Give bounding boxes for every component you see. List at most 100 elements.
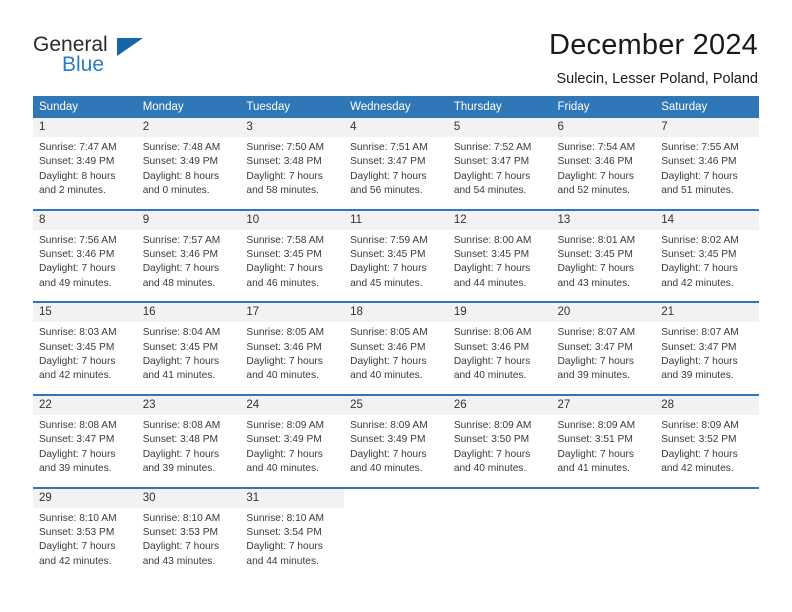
- sunrise-time: Sunrise: 8:09 AM: [246, 419, 324, 431]
- daylight-line-1: Daylight: 7 hours: [142, 448, 220, 460]
- day-details: Sunrise: 8:09 AM Sunset: 3:51 PM Daylight:…: [552, 415, 656, 486]
- sunrise-time: Sunrise: 8:09 AM: [350, 419, 428, 431]
- day-details: Sunrise: 8:10 AM Sunset: 3:53 PM Daylight:…: [137, 508, 241, 579]
- calendar-day-cell[interactable]: 22 Sunrise: 8:08 AM Sunset: 3:47 PM Dayligh…: [33, 395, 137, 487]
- calendar-day-cell[interactable]: 12 Sunrise: 8:00 AM Sunset: 3:45 PM Dayligh…: [447, 210, 552, 302]
- day-number: 31: [240, 488, 345, 508]
- calendar-day-cell[interactable]: 30 Sunrise: 8:10 AM Sunset: 3:53 PM Dayligh…: [136, 488, 241, 580]
- sunrise-time: Sunrise: 8:03 AM: [39, 327, 117, 339]
- calendar-day-cell[interactable]: 23 Sunrise: 8:08 AM Sunset: 3:48 PM Dayligh…: [136, 395, 241, 487]
- calendar-day-cell[interactable]: 9 Sunrise: 7:57 AM Sunset: 3:46 PM Daylight…: [136, 210, 241, 302]
- daylight-line-1: Daylight: 7 hours: [661, 170, 738, 182]
- calendar-day-cell[interactable]: 3 Sunrise: 7:50 AM Sunset: 3:48 PM Daylight…: [240, 118, 345, 209]
- sunrise-time: Sunrise: 8:06 AM: [453, 327, 532, 339]
- day-number: 30: [136, 488, 241, 508]
- day-details: Sunrise: 7:48 AM Sunset: 3:49 PM Daylight:…: [137, 137, 241, 208]
- sunset-time: Sunset: 3:45 PM: [246, 249, 322, 261]
- calendar-day-cell[interactable]: 5 Sunrise: 7:52 AM Sunset: 3:47 PM Daylight…: [447, 118, 552, 209]
- day-details: Sunrise: 8:05 AM Sunset: 3:46 PM Daylight:…: [344, 322, 448, 393]
- daylight-line-1: Daylight: 7 hours: [39, 263, 116, 275]
- calendar-week-row: 1 Sunrise: 7:47 AM Sunset: 3:49 PM Daylight…: [33, 118, 759, 209]
- calendar-day-cell[interactable]: 17 Sunrise: 8:05 AM Sunset: 3:46 PM Dayligh…: [240, 303, 345, 394]
- daylight-line-2: and 45 minutes.: [350, 277, 423, 289]
- day-number: 16: [136, 303, 241, 323]
- sunrise-time: Sunrise: 7:57 AM: [142, 234, 221, 246]
- sunset-time: Sunset: 3:45 PM: [557, 249, 633, 261]
- sunrise-time: Sunrise: 8:01 AM: [557, 234, 636, 246]
- daylight-line-1: Daylight: 7 hours: [246, 356, 323, 368]
- sunrise-time: Sunrise: 8:04 AM: [142, 327, 221, 339]
- sunrise-time: Sunrise: 7:52 AM: [453, 142, 532, 153]
- day-details: Sunrise: 7:56 AM Sunset: 3:46 PM Daylight:…: [33, 230, 137, 301]
- calendar-day-cell[interactable]: 15 Sunrise: 8:03 AM Sunset: 3:45 PM Dayligh…: [33, 303, 137, 394]
- calendar-day-cell[interactable]: 16 Sunrise: 8:04 AM Sunset: 3:45 PM Dayligh…: [136, 303, 241, 394]
- daylight-line-1: Daylight: 7 hours: [453, 170, 531, 182]
- day-details: Sunrise: 8:07 AM Sunset: 3:47 PM Daylight:…: [552, 322, 656, 393]
- calendar-day-cell[interactable]: 10 Sunrise: 7:58 AM Sunset: 3:45 PM Dayligh…: [240, 210, 345, 302]
- day-number: 23: [136, 395, 241, 415]
- day-number: 2: [136, 118, 241, 137]
- calendar-day-cell[interactable]: 29 Sunrise: 8:10 AM Sunset: 3:53 PM Dayligh…: [33, 488, 137, 580]
- sunrise-time: Sunrise: 8:08 AM: [39, 419, 117, 431]
- calendar-day-cell[interactable]: 25 Sunrise: 8:09 AM Sunset: 3:49 PM Dayligh…: [344, 395, 448, 487]
- calendar-day-cell[interactable]: 19 Sunrise: 8:06 AM Sunset: 3:46 PM Dayligh…: [447, 303, 552, 394]
- sunrise-time: Sunrise: 8:09 AM: [661, 419, 739, 431]
- calendar-day-cell[interactable]: 18 Sunrise: 8:05 AM Sunset: 3:46 PM Dayligh…: [344, 303, 448, 394]
- day-number: [655, 488, 759, 508]
- calendar-day-cell[interactable]: 14 Sunrise: 8:02 AM Sunset: 3:45 PM Dayligh…: [655, 210, 759, 302]
- calendar-day-cell[interactable]: 7 Sunrise: 7:55 AM Sunset: 3:46 PM Daylight…: [655, 118, 759, 209]
- calendar-day-cell[interactable]: 1 Sunrise: 7:47 AM Sunset: 3:49 PM Daylight…: [33, 118, 137, 209]
- daylight-line-2: and 44 minutes.: [246, 555, 319, 567]
- calendar-day-cell[interactable]: 20 Sunrise: 8:07 AM Sunset: 3:47 PM Dayligh…: [551, 303, 656, 394]
- daylight-line-1: Daylight: 7 hours: [453, 263, 531, 275]
- calendar-day-cell[interactable]: 28 Sunrise: 8:09 AM Sunset: 3:52 PM Dayligh…: [655, 395, 759, 487]
- day-number: [551, 488, 656, 508]
- calendar-day-cell[interactable]: 27 Sunrise: 8:09 AM Sunset: 3:51 PM Dayligh…: [551, 395, 656, 487]
- day-number: 18: [344, 303, 448, 323]
- day-details: Sunrise: 8:09 AM Sunset: 3:49 PM Daylight:…: [344, 415, 448, 486]
- day-number: 21: [655, 303, 759, 323]
- day-number: 19: [447, 303, 552, 323]
- daylight-line-1: Daylight: 7 hours: [557, 263, 634, 275]
- calendar-day-cell[interactable]: 21 Sunrise: 8:07 AM Sunset: 3:47 PM Dayligh…: [655, 303, 759, 394]
- daylight-line-1: Daylight: 7 hours: [246, 448, 323, 460]
- calendar-day-cell[interactable]: 24 Sunrise: 8:09 AM Sunset: 3:49 PM Dayligh…: [240, 395, 345, 487]
- daylight-line-2: and 39 minutes.: [142, 463, 216, 475]
- calendar-day-cell[interactable]: 2 Sunrise: 7:48 AM Sunset: 3:49 PM Daylight…: [136, 118, 241, 209]
- daylight-line-1: Daylight: 7 hours: [453, 356, 531, 368]
- daylight-line-2: and 40 minutes.: [453, 463, 527, 475]
- daylight-line-2: and 39 minutes.: [39, 463, 112, 475]
- daylight-line-1: Daylight: 7 hours: [350, 356, 427, 368]
- sunrise-sunset-calendar: Sunday Monday Tuesday Wednesday Thursday…: [33, 96, 759, 580]
- sunrise-time: Sunrise: 8:07 AM: [557, 327, 636, 339]
- sunset-time: Sunset: 3:48 PM: [246, 156, 322, 168]
- calendar-day-cell[interactable]: 8 Sunrise: 7:56 AM Sunset: 3:46 PM Daylight…: [33, 210, 137, 302]
- daylight-line-2: and 42 minutes.: [39, 370, 112, 382]
- sunset-time: Sunset: 3:45 PM: [350, 249, 426, 261]
- sunset-time: Sunset: 3:45 PM: [39, 341, 115, 353]
- daylight-line-2: and 49 minutes.: [39, 277, 112, 289]
- daylight-line-1: Daylight: 7 hours: [453, 448, 531, 460]
- sunset-time: Sunset: 3:46 PM: [453, 341, 530, 353]
- calendar-day-cell[interactable]: 13 Sunrise: 8:01 AM Sunset: 3:45 PM Dayligh…: [551, 210, 656, 302]
- calendar-day-cell[interactable]: 4 Sunrise: 7:51 AM Sunset: 3:47 PM Daylight…: [344, 118, 448, 209]
- sunrise-time: Sunrise: 8:02 AM: [661, 234, 739, 246]
- calendar-day-cell[interactable]: 6 Sunrise: 7:54 AM Sunset: 3:46 PM Daylight…: [551, 118, 656, 209]
- sunrise-time: Sunrise: 8:10 AM: [142, 512, 221, 524]
- day-details: Sunrise: 7:57 AM Sunset: 3:46 PM Daylight:…: [137, 230, 241, 301]
- daylight-line-1: Daylight: 7 hours: [39, 356, 116, 368]
- day-number: 22: [33, 395, 137, 415]
- sunrise-time: Sunrise: 7:54 AM: [557, 142, 636, 153]
- sunset-time: Sunset: 3:52 PM: [661, 434, 737, 446]
- general-blue-logo[interactable]: General Blue: [33, 28, 183, 84]
- daylight-line-2: and 42 minutes.: [39, 555, 112, 567]
- day-number: 24: [240, 395, 345, 415]
- daylight-line-1: Daylight: 7 hours: [142, 356, 220, 368]
- logo-text-general: General: [33, 33, 108, 56]
- calendar-day-cell[interactable]: 11 Sunrise: 7:59 AM Sunset: 3:45 PM Dayligh…: [344, 210, 448, 302]
- location-subtitle: Sulecin, Lesser Poland, Poland: [556, 71, 758, 87]
- calendar-day-cell[interactable]: 26 Sunrise: 8:09 AM Sunset: 3:50 PM Dayligh…: [447, 395, 552, 487]
- calendar-day-cell[interactable]: 31 Sunrise: 8:10 AM Sunset: 3:54 PM Dayligh…: [240, 488, 345, 580]
- daylight-line-2: and 52 minutes.: [557, 185, 631, 197]
- daylight-line-2: and 40 minutes.: [350, 370, 423, 382]
